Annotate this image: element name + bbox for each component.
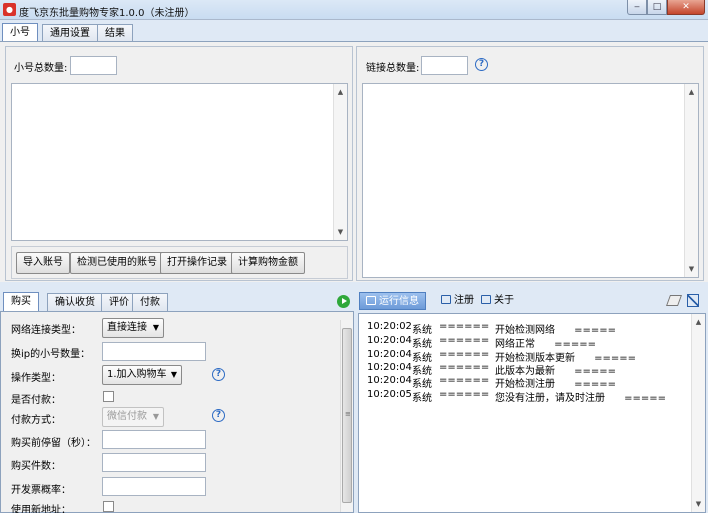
monitor-icon xyxy=(441,295,451,304)
run-info-log: 10:20:02 系统 ====== 开始检测网络 ===== 10:20:04 系统 =… xyxy=(358,313,706,513)
ip-switch-count-field[interactable] xyxy=(102,342,206,361)
tab-run-info[interactable]: 运行信息 xyxy=(359,292,426,310)
links-textarea[interactable]: ▲ ▼ xyxy=(362,83,699,278)
log-scrollbar[interactable]: ▲ ▼ xyxy=(691,314,705,512)
operation-type-select[interactable]: 1.加入购物车 ▼ xyxy=(102,365,182,385)
tab-general-settings[interactable]: 通用设置 xyxy=(42,24,98,42)
pay-label: 是否付款： xyxy=(11,395,61,406)
maximize-button[interactable]: □ xyxy=(647,0,667,15)
account-count-field[interactable] xyxy=(70,56,117,75)
scroll-down-icon[interactable]: ▼ xyxy=(692,498,705,510)
network-type-label: 网络连接类型： xyxy=(11,325,81,336)
monitor-icon xyxy=(366,296,376,305)
tab-confirm-receipt[interactable]: 确认收货 xyxy=(47,293,103,311)
scroll-up-icon[interactable]: ▲ xyxy=(685,86,698,98)
dropdown-arrow-icon: ▼ xyxy=(170,370,177,379)
dropdown-arrow-icon: ▼ xyxy=(152,323,159,332)
ip-switch-count-label: 换ip的小号数量： xyxy=(11,349,91,360)
disable-icon[interactable] xyxy=(687,294,699,307)
tab-accounts[interactable]: 小号 xyxy=(2,23,38,43)
accounts-textarea[interactable]: ▲ ▼ xyxy=(11,83,348,241)
account-count-label: 小号总数量: xyxy=(14,63,68,74)
grip-icon: ≡ xyxy=(345,410,351,418)
info-tab-bar: 运行信息 注册 关于 xyxy=(357,292,708,312)
calculate-amount-button[interactable]: 计算购物金额 xyxy=(231,252,305,274)
scroll-up-icon[interactable]: ▲ xyxy=(692,316,705,328)
scroll-down-icon[interactable]: ▼ xyxy=(334,226,347,238)
app-icon: ● xyxy=(3,3,16,16)
pay-checkbox[interactable] xyxy=(103,391,114,402)
pay-method-select[interactable]: 微信付款 ▼ xyxy=(102,407,164,427)
title-bar: ● 度飞京东批量购物专家1.0.0（未注册） ‒ □ ✕ xyxy=(0,0,708,20)
close-button[interactable]: ✕ xyxy=(667,0,705,15)
run-icon[interactable] xyxy=(337,295,350,308)
link-count-label: 链接总数量: xyxy=(366,63,420,74)
wait-seconds-field[interactable] xyxy=(102,430,206,449)
top-tab-bar: 小号 通用设置 结果 xyxy=(0,22,708,43)
new-address-checkbox[interactable] xyxy=(103,501,114,512)
accounts-scrollbar[interactable]: ▲ ▼ xyxy=(333,84,347,240)
purchase-tab-bar: 购买 确认收货 评价 付款 xyxy=(0,292,356,312)
purchase-scrollbar[interactable]: ≡ xyxy=(340,320,353,512)
help-icon[interactable]: ? xyxy=(212,409,225,422)
eraser-icon[interactable] xyxy=(665,295,683,306)
monitor-icon xyxy=(481,295,491,304)
dropdown-arrow-icon: ▼ xyxy=(152,412,159,421)
scroll-up-icon[interactable]: ▲ xyxy=(334,86,347,98)
tab-buy[interactable]: 购买 xyxy=(3,292,39,312)
import-accounts-button[interactable]: 导入账号 xyxy=(16,252,70,274)
quantity-label: 购买件数： xyxy=(11,461,61,472)
wait-seconds-label: 购买前停留（秒）： xyxy=(11,438,96,449)
scrollbar-thumb[interactable]: ≡ xyxy=(342,328,352,503)
link-count-field[interactable] xyxy=(421,56,468,75)
tab-register[interactable]: 注册 xyxy=(437,292,478,310)
pay-method-label: 付款方式： xyxy=(11,415,61,426)
new-address-label: 使用新地址： xyxy=(11,505,71,513)
network-type-select[interactable]: 直接连接 ▼ xyxy=(102,318,164,338)
accounts-button-row: 导入账号 检测已使用的账号 打开操作记录 计算购物金额 xyxy=(11,246,348,279)
window-title: 度飞京东批量购物专家1.0.0（未注册） xyxy=(19,8,195,19)
links-scrollbar[interactable]: ▲ ▼ xyxy=(684,84,698,277)
invoice-probability-field[interactable] xyxy=(102,477,206,496)
tab-results[interactable]: 结果 xyxy=(97,24,133,42)
purchase-panel: 网络连接类型： 直接连接 ▼ 换ip的小号数量： 操作类型： 1.加入购物车 ▼ ?… xyxy=(0,311,354,513)
invoice-probability-label: 开发票概率： xyxy=(11,485,71,496)
tab-pay[interactable]: 付款 xyxy=(132,293,168,311)
links-group: 链接总数量: ? ▲ ▼ xyxy=(356,46,704,281)
accounts-group: 小号总数量: ▲ ▼ 导入账号 检测已使用的账号 打开操作记录 计算购物金额 xyxy=(5,46,353,281)
help-icon[interactable]: ? xyxy=(212,368,225,381)
accounts-tab-panel: 小号总数量: ▲ ▼ 导入账号 检测已使用的账号 打开操作记录 计算购物金额 链… xyxy=(0,41,708,282)
help-icon[interactable]: ? xyxy=(475,58,488,71)
open-operation-log-button[interactable]: 打开操作记录 xyxy=(160,252,234,274)
check-used-accounts-button[interactable]: 检测已使用的账号 xyxy=(70,252,164,274)
quantity-field[interactable] xyxy=(102,453,206,472)
tab-about[interactable]: 关于 xyxy=(477,292,518,310)
scroll-down-icon[interactable]: ▼ xyxy=(685,263,698,275)
operation-type-label: 操作类型： xyxy=(11,373,61,384)
minimize-button[interactable]: ‒ xyxy=(627,0,647,15)
